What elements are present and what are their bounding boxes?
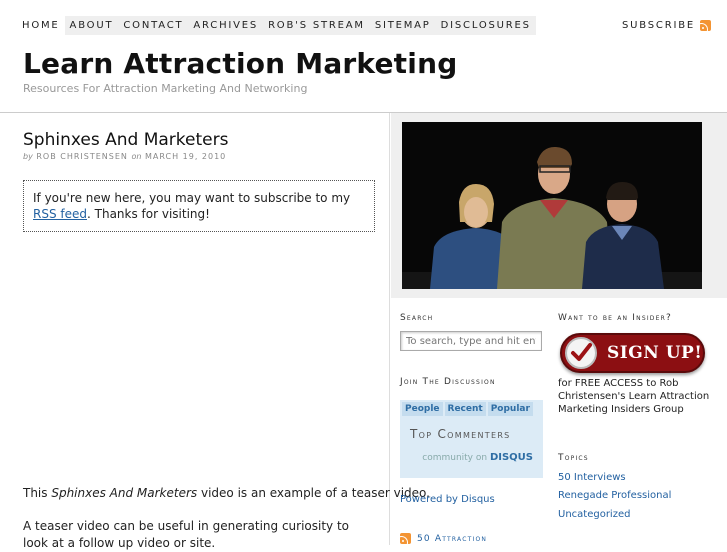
- subscribe-label: Subscribe: [622, 20, 695, 31]
- disqus-community-link[interactable]: community on DISQUS: [400, 452, 543, 463]
- p1-text-end: video is an example of a teaser video.: [197, 486, 430, 500]
- disqus-tabs: People Recent Popular: [400, 400, 543, 416]
- search-heading: Search: [400, 313, 434, 323]
- disqus-logo: DISQUS: [489, 452, 533, 463]
- insider-description: for FREE ACCESS to Rob Christensen's Lea…: [558, 378, 710, 415]
- rss-icon: [700, 20, 711, 31]
- subscribe-link[interactable]: Subscribe: [622, 16, 711, 35]
- byline-by: by: [23, 152, 33, 161]
- top-commenters-heading: Top Commenters: [410, 427, 511, 441]
- tab-people[interactable]: People: [402, 402, 443, 416]
- rss-icon[interactable]: [400, 533, 411, 544]
- top-nav: Home About Contact Archives Rob's Stream…: [16, 16, 536, 35]
- byline-on: on: [131, 152, 142, 161]
- disqus-widget: People Recent Popular Top Commenters com…: [400, 400, 543, 478]
- notice-text: If you're new here, you may want to subs…: [33, 191, 351, 205]
- post-title[interactable]: Sphinxes And Marketers: [23, 130, 228, 150]
- disqus-community-label: community on: [422, 453, 488, 463]
- sidebar-photo-frame: [391, 113, 727, 298]
- powered-by-disqus-link[interactable]: Powered by Disqus: [400, 494, 495, 505]
- p1-text: This: [23, 486, 52, 500]
- notice-text-end: . Thanks for visiting!: [87, 207, 210, 221]
- nav-sitemap[interactable]: Sitemap: [370, 16, 436, 35]
- site-tagline: Resources For Attraction Marketing And N…: [23, 82, 308, 95]
- nav-archives[interactable]: Archives: [188, 16, 263, 35]
- post-paragraph-1: This Sphinxes And Marketers video is an …: [23, 486, 430, 500]
- nav-contact[interactable]: Contact: [118, 16, 188, 35]
- nav-disclosures[interactable]: Disclosures: [436, 16, 536, 35]
- topic-renegade-professional[interactable]: Renegade Professional: [558, 490, 671, 501]
- post-author[interactable]: Rob Christensen: [36, 152, 128, 161]
- nav-robs-stream[interactable]: Rob's Stream: [263, 16, 370, 35]
- post-byline: by Rob Christensen on March 19, 2010: [23, 152, 226, 161]
- insider-heading: Want to be an Insider?: [558, 313, 672, 323]
- fifty-attraction-heading[interactable]: 50 Attraction: [417, 534, 487, 544]
- featured-photo[interactable]: [402, 122, 702, 289]
- topic-uncategorized[interactable]: Uncategorized: [558, 509, 630, 520]
- nav-home[interactable]: Home: [16, 16, 65, 35]
- discussion-heading: Join The Discussion: [400, 377, 496, 387]
- main-content: Sphinxes And Marketers by Rob Christense…: [0, 113, 430, 550]
- nav-about[interactable]: About: [65, 16, 119, 35]
- post-paragraph-2: A teaser video can be useful in generati…: [23, 519, 350, 550]
- topics-heading: Topics: [558, 453, 589, 463]
- post-date: March 19, 2010: [144, 152, 227, 161]
- photo-illustration: [402, 122, 702, 289]
- tab-popular[interactable]: Popular: [487, 402, 533, 416]
- topic-50-interviews[interactable]: 50 Interviews: [558, 472, 626, 483]
- site-title[interactable]: Learn Attraction Marketing: [23, 47, 457, 80]
- checkmark-icon: [565, 337, 597, 369]
- search-input[interactable]: [400, 331, 542, 351]
- p1-emphasis: Sphinxes And Marketers: [51, 486, 198, 500]
- subscribe-notice: If you're new here, you may want to subs…: [23, 180, 375, 232]
- sign-up-button[interactable]: SIGN UP!: [560, 333, 705, 373]
- rss-feed-link[interactable]: RSS feed: [33, 207, 87, 221]
- sign-up-label: SIGN UP!: [607, 343, 703, 363]
- tab-recent[interactable]: Recent: [444, 402, 486, 416]
- bottom-section-heading: 50 Attraction: [400, 533, 487, 544]
